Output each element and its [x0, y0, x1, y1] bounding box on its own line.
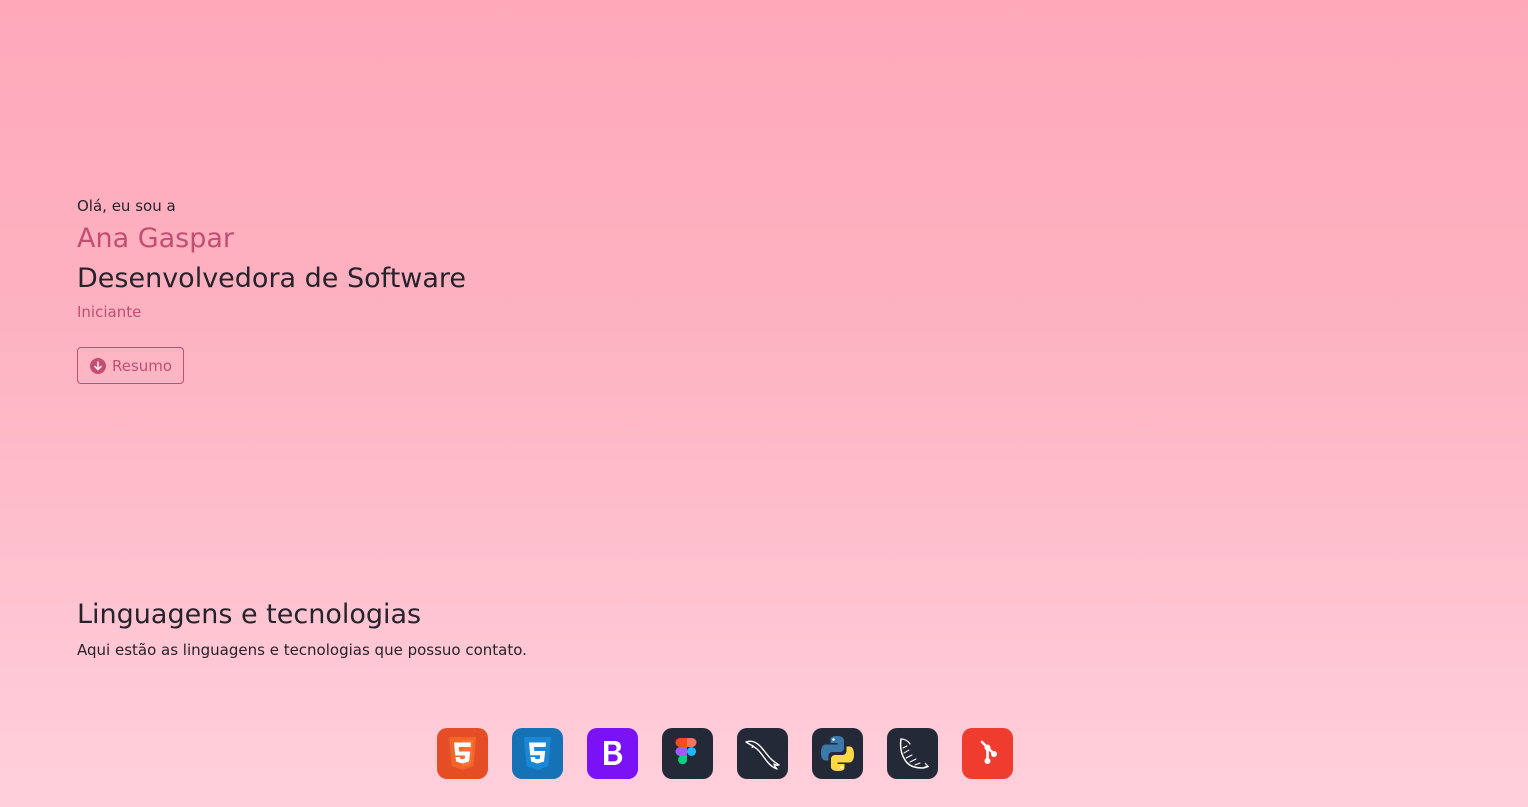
resume-download-button[interactable]: Resumo [77, 347, 185, 384]
experience-level: Iniciante [77, 303, 142, 321]
bootstrap-icon [587, 728, 638, 779]
css3-icon [512, 728, 563, 779]
technology-icons [437, 728, 1013, 779]
download-circle-icon [90, 357, 106, 374]
mysql-icon [737, 728, 788, 779]
git-icon [962, 728, 1013, 779]
flask-icon [887, 728, 938, 779]
skills-subtitle: Aqui estão as linguagens e tecnologias q… [77, 641, 527, 659]
greeting-text: Olá, eu sou a [77, 197, 176, 215]
figma-icon [662, 728, 713, 779]
skills-section: Linguagens e tecnologias Aqui estão as l… [77, 598, 527, 660]
resume-button-label: Resumo [112, 356, 173, 375]
hero-section: Olá, eu sou a Ana Gaspar Desenvolvedora … [77, 196, 466, 384]
person-name: Ana Gaspar [77, 223, 235, 254]
python-icon [812, 728, 863, 779]
skills-title: Linguagens e tecnologias [77, 599, 422, 630]
html5-icon [437, 728, 488, 779]
job-title: Desenvolvedora de Software [77, 263, 467, 294]
